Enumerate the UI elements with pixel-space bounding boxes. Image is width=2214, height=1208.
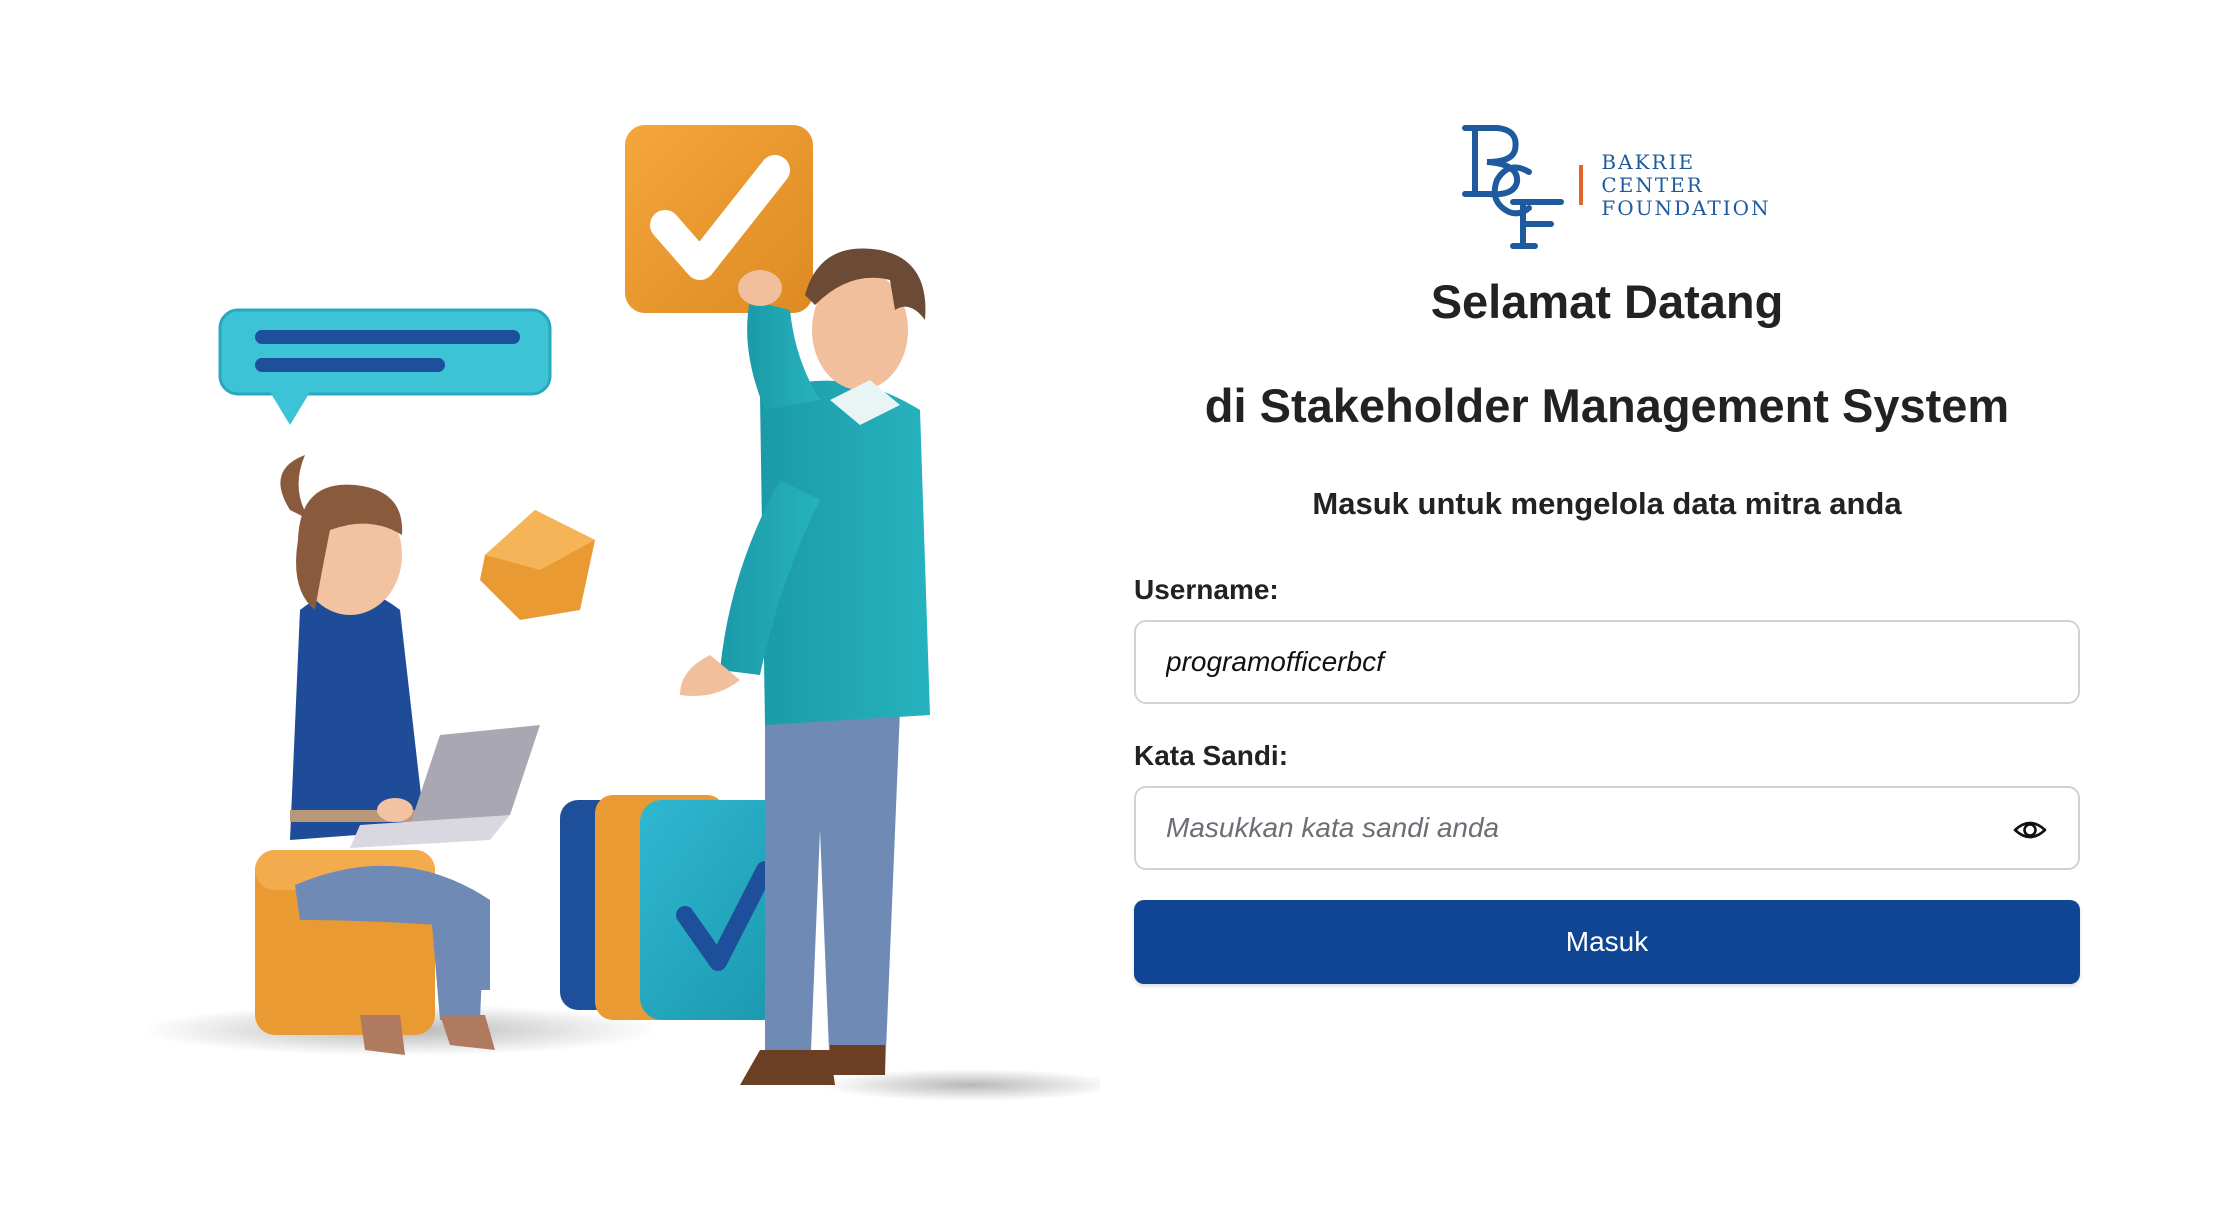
password-label: Kata Sandi: — [1134, 740, 1289, 771]
password-field-wrapper — [1134, 786, 2080, 870]
logo-line-3: FOUNDATION — [1601, 195, 1771, 220]
login-page: BAKRIE CENTER FOUNDATION Selamat Datang … — [0, 0, 2214, 1208]
logo-divider — [1579, 165, 1584, 205]
logo-line-1: BAKRIE — [1601, 149, 1696, 174]
logo-wordmark: BAKRIE CENTER FOUNDATION — [1601, 149, 1771, 220]
logo-line-2: CENTER — [1601, 172, 1704, 197]
login-panel: BAKRIE CENTER FOUNDATION Selamat Datang … — [1134, 120, 2080, 984]
password-input[interactable] — [1136, 788, 2078, 868]
hero-illustration — [140, 110, 1100, 1110]
page-title: Selamat Datang — [1430, 275, 1784, 328]
login-button[interactable]: Masuk — [1134, 900, 2080, 984]
bcf-logo: BAKRIE CENTER FOUNDATION — [1148, 120, 2080, 250]
check-icon — [625, 125, 813, 313]
page-subtitle: di Stakeholder Management System — [1204, 379, 2010, 432]
username-field-wrapper — [1134, 620, 2080, 704]
bcf-monogram-icon — [1462, 125, 1565, 249]
page-tagline: Masuk untuk mengelola data mitra anda — [1312, 486, 1902, 521]
eye-icon[interactable] — [2012, 812, 2048, 848]
chat-bubble-icon — [218, 308, 552, 425]
username-input[interactable] — [1136, 622, 2078, 702]
username-label: Username: — [1134, 574, 1279, 605]
